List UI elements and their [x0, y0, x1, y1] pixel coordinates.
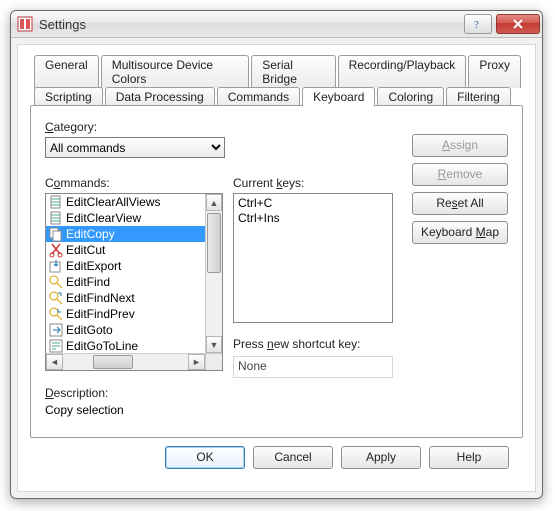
dialog-footer: OK Cancel Apply Help — [30, 438, 523, 481]
command-item-editclearallviews[interactable]: EditClearAllViews — [46, 194, 205, 210]
category-label: Category: — [45, 120, 508, 134]
scroll-corner — [205, 353, 222, 370]
export-icon — [48, 258, 64, 274]
current-key-item[interactable]: Ctrl+Ins — [238, 211, 388, 226]
command-item-editclearview[interactable]: EditClearView — [46, 210, 205, 226]
window-title: Settings — [39, 17, 460, 32]
keys-column: Current keys: Ctrl+CCtrl+Ins Press new s… — [233, 176, 393, 378]
command-item-editfind[interactable]: EditFind — [46, 274, 205, 290]
tab-multisource-device-colors[interactable]: Multisource Device Colors — [101, 55, 250, 88]
findprev-icon — [48, 306, 64, 322]
doc-icon — [48, 210, 64, 226]
command-item-editfindnext[interactable]: EditFindNext — [46, 290, 205, 306]
tab-coloring[interactable]: Coloring — [377, 87, 444, 106]
command-item-editgoto[interactable]: EditGoto — [46, 322, 205, 338]
category-combo[interactable]: All commands — [45, 137, 225, 158]
scroll-down-arrow[interactable]: ▼ — [206, 336, 222, 353]
find-icon — [48, 274, 64, 290]
horizontal-scrollbar[interactable]: ◄ ► — [46, 353, 205, 370]
tab-filtering[interactable]: Filtering — [446, 87, 511, 106]
command-item-label: EditGoto — [66, 323, 113, 337]
settings-window: Settings ? General Multisource Device Co… — [10, 10, 543, 499]
commands-column: Commands: EditClearAllViews EditClearView… — [45, 176, 223, 378]
commands-listbox[interactable]: EditClearAllViews EditClearView EditCopy Ed… — [45, 193, 223, 371]
command-item-label: EditCopy — [66, 227, 115, 241]
tab-recording-playback[interactable]: Recording/Playback — [338, 55, 467, 88]
command-item-label: EditCut — [66, 243, 105, 257]
command-item-editexport[interactable]: EditExport — [46, 258, 205, 274]
tab-keyboard[interactable]: Keyboard — [302, 87, 375, 106]
tab-data-processing[interactable]: Data Processing — [105, 87, 215, 106]
doc-icon — [48, 194, 64, 210]
command-item-editcopy[interactable]: EditCopy — [46, 226, 205, 242]
help-button[interactable]: Help — [429, 446, 509, 469]
command-item-editfindprev[interactable]: EditFindPrev — [46, 306, 205, 322]
scroll-up-arrow[interactable]: ▲ — [206, 194, 222, 211]
hscroll-track[interactable] — [63, 354, 188, 370]
tabs-row-1: General Multisource Device Colors Serial… — [34, 55, 523, 88]
command-item-label: EditClearAllViews — [66, 195, 160, 209]
reset-all-button[interactable]: Reset All — [412, 192, 508, 215]
command-item-label: EditExport — [66, 259, 121, 273]
tab-scripting[interactable]: Scripting — [34, 87, 103, 106]
command-item-label: EditFindPrev — [66, 307, 135, 321]
app-icon — [17, 16, 33, 32]
command-item-editcut[interactable]: EditCut — [46, 242, 205, 258]
command-item-label: EditFindNext — [66, 291, 135, 305]
description-label: Description: — [45, 386, 508, 400]
tabs-row-2: Scripting Data Processing Commands Keybo… — [34, 87, 523, 106]
description-text: Copy selection — [45, 403, 508, 417]
scroll-right-arrow[interactable]: ► — [188, 354, 205, 370]
current-key-item[interactable]: Ctrl+C — [238, 196, 388, 211]
close-icon — [512, 18, 524, 30]
assign-button[interactable]: Assign — [412, 134, 508, 157]
command-item-label: EditFind — [66, 275, 110, 289]
remove-button[interactable]: Remove — [412, 163, 508, 186]
cancel-button[interactable]: Cancel — [253, 446, 333, 469]
tab-commands[interactable]: Commands — [217, 87, 300, 106]
commands-label: Commands: — [45, 176, 223, 190]
findnext-icon — [48, 290, 64, 306]
ok-button[interactable]: OK — [165, 446, 245, 469]
tab-panel: Category: All commands Commands: EditCle… — [30, 105, 523, 438]
cut-icon — [48, 242, 64, 258]
apply-button[interactable]: Apply — [341, 446, 421, 469]
description-block: Description: Copy selection — [45, 386, 508, 417]
hscroll-thumb[interactable] — [93, 355, 133, 369]
copy-icon — [48, 226, 64, 242]
command-item-label: EditGoToLine — [66, 339, 138, 353]
goto-icon — [48, 322, 64, 338]
gotoline-icon — [48, 338, 64, 353]
help-icon: ? — [472, 18, 484, 30]
tab-general[interactable]: General — [34, 55, 99, 88]
actions-column: Assign Remove Reset All Keyboard Map — [403, 134, 508, 336]
keyboard-map-button[interactable]: Keyboard Map — [412, 221, 508, 244]
tab-serial-bridge[interactable]: Serial Bridge — [251, 55, 335, 88]
vscroll-thumb[interactable] — [207, 213, 221, 273]
scroll-left-arrow[interactable]: ◄ — [46, 354, 63, 370]
commands-list-inner: EditClearAllViews EditClearView EditCopy Ed… — [46, 194, 205, 353]
tab-proxy[interactable]: Proxy — [468, 55, 521, 88]
current-keys-label: Current keys: — [233, 176, 393, 190]
svg-text:?: ? — [474, 19, 479, 30]
command-item-label: EditClearView — [66, 211, 141, 225]
titlebar[interactable]: Settings ? — [11, 11, 542, 38]
vertical-scrollbar[interactable]: ▲ ▼ — [205, 194, 222, 353]
command-item-editgotoline[interactable]: EditGoToLine — [46, 338, 205, 353]
shortcut-input[interactable]: None — [233, 356, 393, 378]
vscroll-track[interactable] — [206, 211, 222, 336]
current-keys-listbox[interactable]: Ctrl+CCtrl+Ins — [233, 193, 393, 323]
press-shortcut-label: Press new shortcut key: — [233, 337, 393, 351]
help-titlebar-button[interactable]: ? — [464, 14, 492, 34]
close-button[interactable] — [496, 14, 540, 34]
client-area: General Multisource Device Colors Serial… — [17, 44, 536, 492]
